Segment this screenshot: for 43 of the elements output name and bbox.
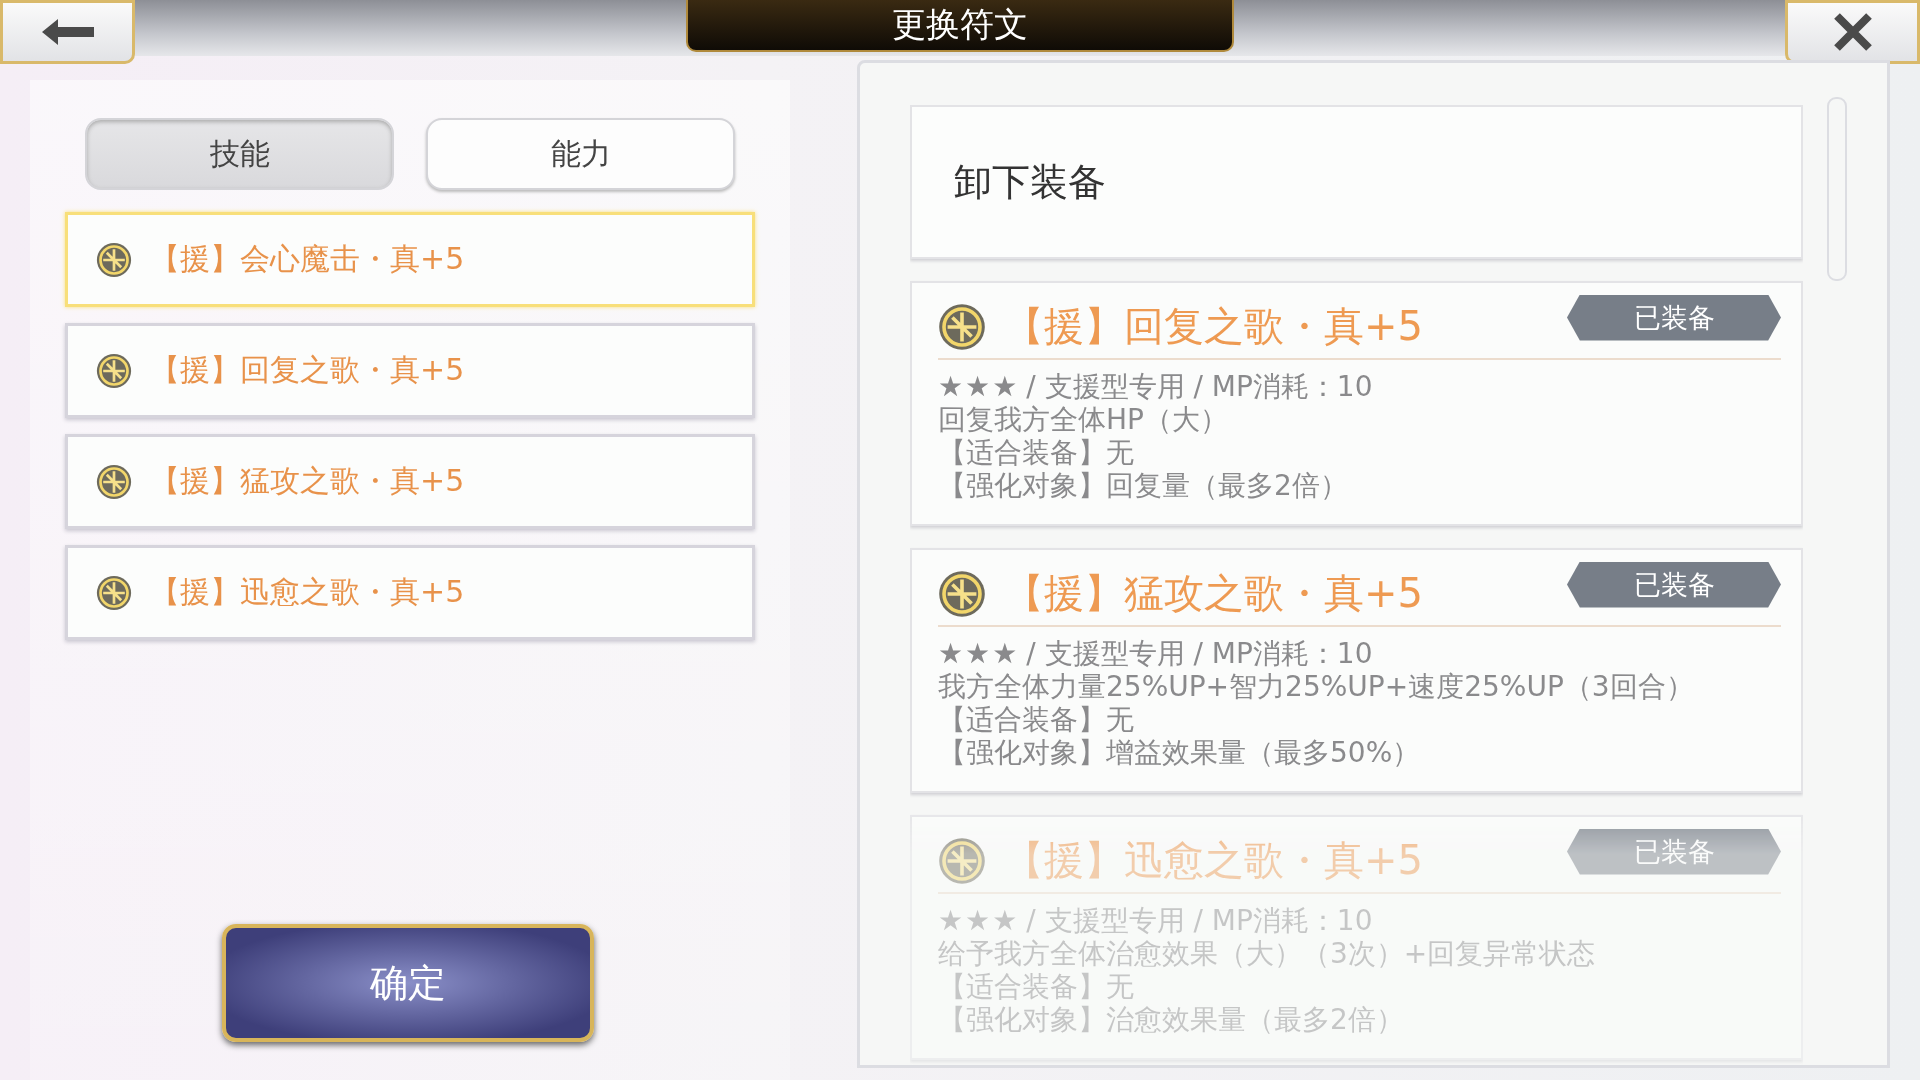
rune-emblem-icon (96, 463, 132, 500)
rune-emblem-icon (938, 569, 986, 618)
rune-info: / 支援型专用 / MP消耗：10 (1025, 370, 1373, 403)
rune-list-item[interactable]: 【援】猛攻之歌・真+5 (65, 434, 755, 529)
unequip-option[interactable]: 卸下装备 (910, 105, 1803, 259)
close-icon (1832, 12, 1873, 52)
rarity-stars: ★★★ (938, 637, 1018, 670)
rune-emblem-icon (96, 241, 132, 278)
rune-description: 【强化对象】增益效果量（最多50%） (938, 736, 1422, 769)
equipped-badge: 已装备 (1567, 561, 1781, 608)
rune-emblem-icon (938, 836, 986, 885)
rune-description: 【强化对象】回复量（最多2倍） (938, 469, 1349, 502)
rune-title: 【援】迅愈之歌・真+5 (1004, 836, 1424, 885)
equipped-badge: 已装备 (1567, 294, 1781, 341)
rune-name: 【援】会心魔击・真+5 (150, 240, 465, 278)
rune-name: 【援】回复之歌・真+5 (150, 351, 465, 389)
rune-name: 【援】迅愈之歌・真+5 (150, 573, 465, 611)
rune-title: 【援】猛攻之歌・真+5 (1004, 569, 1424, 618)
rune-list-item[interactable]: 【援】会心魔击・真+5 (65, 212, 755, 307)
rune-emblem-icon (96, 574, 132, 611)
rune-info: / 支援型专用 / MP消耗：10 (1025, 637, 1373, 670)
rune-description: 【适合装备】无 (938, 436, 1135, 469)
rune-title: 【援】回复之歌・真+5 (1004, 302, 1424, 351)
rune-description: 回复我方全体HP（大） (938, 403, 1229, 436)
rune-description: 【适合装备】无 (938, 703, 1135, 736)
close-button[interactable] (1785, 0, 1920, 64)
rarity-stars: ★★★ (938, 370, 1018, 403)
back-button[interactable] (0, 0, 135, 64)
scrollbar[interactable] (1827, 97, 1847, 281)
tab[interactable]: 能力 (426, 118, 735, 190)
confirm-button[interactable]: 确定 (222, 924, 594, 1042)
rune-card[interactable]: 【援】猛攻之歌・真+5 已装备 ★★★ / 支援型专用 / MP消耗：10 我方全体力量25%UP+智力25%UP+速度25%UP（3回合） 【适合装备】无 【强化对象】增益效果量（最多50%） (910, 548, 1803, 793)
window-title: 更换符文 (686, 0, 1234, 52)
rune-description: 我方全体力量25%UP+智力25%UP+速度25%UP（3回合） (938, 670, 1695, 703)
rune-list-item[interactable]: 【援】回复之歌・真+5 (65, 323, 755, 418)
rune-list-item[interactable]: 【援】迅愈之歌・真+5 (65, 545, 755, 640)
rarity-stars: ★★★ (938, 904, 1018, 937)
rune-card[interactable]: 【援】回复之歌・真+5 已装备 ★★★ / 支援型专用 / MP消耗：10 回复我方全体HP（大） 【适合装备】无 【强化对象】回复量（最多2倍） (910, 281, 1803, 526)
equipped-badge: 已装备 (1567, 828, 1781, 875)
rune-emblem-icon (96, 352, 132, 389)
rune-emblem-icon (938, 302, 986, 351)
rune-name: 【援】猛攻之歌・真+5 (150, 462, 465, 500)
tab[interactable]: 技能 (85, 118, 394, 190)
